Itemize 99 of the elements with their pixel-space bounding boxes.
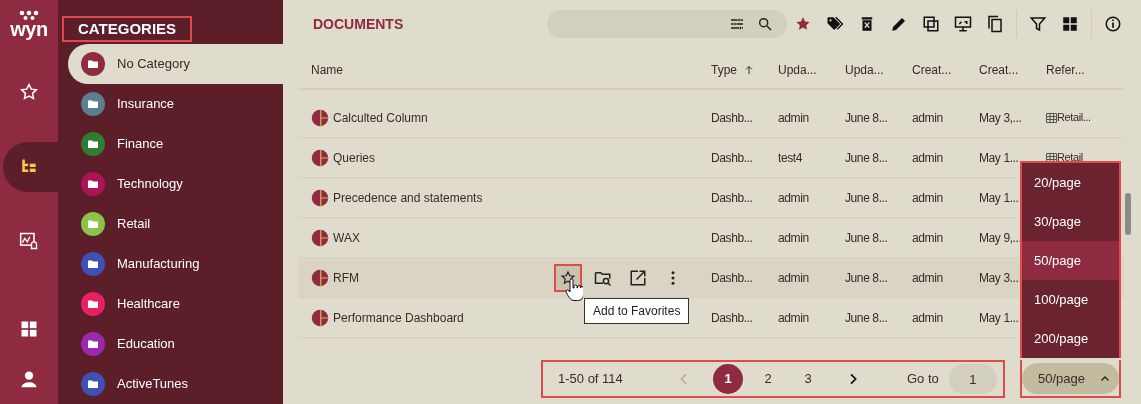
page-size-option[interactable]: 100/page — [1022, 280, 1119, 319]
star-icon — [19, 82, 39, 102]
table-cell-text: admin — [912, 309, 943, 327]
table-cell-text: June 8... — [845, 269, 888, 287]
category-item[interactable]: Finance — [68, 124, 283, 164]
table-cell-text: Retail... — [1057, 110, 1091, 126]
page-size-option[interactable]: 20/page — [1022, 163, 1119, 202]
column-header[interactable]: Creat... — [912, 61, 952, 79]
table-cell-text: May 3... — [979, 269, 1019, 287]
dashboard-icon — [311, 268, 329, 287]
tooltip: Add to Favorites — [584, 298, 690, 324]
page-button[interactable]: 2 — [753, 364, 783, 394]
sliders-icon[interactable] — [729, 16, 745, 32]
monitor-icon[interactable] — [954, 15, 972, 33]
filter-icon[interactable] — [1029, 15, 1047, 33]
dashboard-icon — [311, 188, 329, 207]
table-cell-text: admin — [778, 309, 809, 327]
table-cell-text: admin — [778, 269, 809, 287]
column-header[interactable]: Upda... — [845, 61, 884, 79]
page-button[interactable]: 1 — [713, 364, 743, 394]
info-icon[interactable] — [1104, 15, 1122, 33]
copy-icon[interactable] — [986, 15, 1004, 33]
column-header[interactable]: Upda... — [778, 61, 817, 79]
scrollbar[interactable] — [1125, 193, 1131, 235]
goto-field[interactable]: 1 — [948, 364, 997, 394]
category-item[interactable]: No Category — [68, 44, 283, 84]
goto-label: Go to — [907, 370, 939, 389]
table-cell-text: June 8... — [845, 149, 888, 167]
table-cell-text: Dashb... — [711, 109, 753, 127]
table-cell-text: admin — [912, 269, 943, 287]
category-item[interactable]: Education — [68, 324, 283, 364]
table-cell-text: May 9,... — [979, 229, 1022, 247]
table-cell-text: admin — [912, 189, 943, 207]
document-name[interactable]: Queries — [333, 148, 376, 167]
pencil-icon[interactable] — [890, 15, 908, 33]
column-header[interactable]: Refer... — [1046, 61, 1085, 79]
table-cell-text: June 8... — [845, 189, 888, 207]
table-cell-text: May 1... — [979, 309, 1019, 327]
page-button[interactable]: 3 — [793, 364, 823, 394]
table-cell-text: June 8... — [845, 109, 888, 127]
hand-cursor-icon — [565, 279, 583, 301]
category-item[interactable]: Insurance — [68, 84, 283, 124]
column-header[interactable]: Name — [311, 61, 343, 79]
page-size-option[interactable]: 200/page — [1022, 319, 1119, 358]
search-field[interactable] — [547, 10, 787, 38]
document-name[interactable]: RFM — [333, 268, 359, 287]
open-external-icon[interactable] — [629, 268, 647, 287]
dashboard-icon — [311, 228, 329, 247]
category-item[interactable]: Healthcare — [68, 284, 283, 324]
table-cell-text: test4 — [778, 149, 803, 167]
user-icon — [19, 369, 39, 389]
column-header[interactable]: Creat... — [979, 61, 1019, 79]
table-cell-text: May 1... — [979, 189, 1019, 207]
document-name[interactable]: Precedence and statements — [333, 188, 483, 207]
page-size-option[interactable]: 30/page — [1022, 202, 1119, 241]
dashboard-icon — [311, 108, 329, 127]
category-item[interactable]: Manufacturing — [68, 244, 283, 284]
table-cell-text: May 3,... — [979, 109, 1022, 127]
page-title: DOCUMENTS — [313, 14, 405, 34]
table-cell-text: Retail — [1057, 150, 1083, 166]
star-icon — [560, 269, 576, 286]
dashboard-icon — [311, 308, 329, 327]
grid-icon[interactable] — [1061, 15, 1079, 33]
document-name[interactable]: Calculted Column — [333, 108, 428, 127]
grid-icon — [19, 319, 39, 339]
document-name[interactable]: WAX — [333, 228, 360, 247]
table-cell-text: May 1... — [979, 149, 1019, 167]
page-size-option[interactable]: 50/page — [1022, 241, 1119, 280]
table-cell-text: Dashb... — [711, 269, 753, 287]
pagination-summary: 1-50 of 114 — [558, 370, 624, 389]
dashboard-icon — [311, 148, 329, 167]
category-item[interactable]: Technology — [68, 164, 283, 204]
table-cell-text: Dashb... — [711, 189, 753, 207]
table-cell-text: Dashb... — [711, 229, 753, 247]
chart-bell-icon — [19, 231, 39, 251]
table-icon — [1046, 152, 1057, 163]
tag-icon[interactable] — [826, 15, 844, 33]
table-cell-text: admin — [778, 109, 809, 127]
table-cell-text: admin — [912, 149, 943, 167]
page-size-select[interactable]: 50/page — [1022, 363, 1119, 394]
document-name[interactable]: Performance Dashboard — [333, 308, 464, 327]
table-cell-text: admin — [912, 109, 943, 127]
table-cell-text: June 8... — [845, 229, 888, 247]
logo: wyn — [0, 0, 58, 67]
table-cell-text: admin — [778, 189, 809, 207]
table-icon — [1046, 112, 1057, 123]
table-cell-text: Dashb... — [711, 149, 753, 167]
copy-in-icon[interactable] — [922, 15, 940, 33]
table-cell-text: June 8... — [845, 309, 888, 327]
rail-button[interactable] — [3, 142, 58, 192]
category-item[interactable]: Retail — [68, 204, 283, 244]
sort-arrow-icon[interactable] — [743, 64, 755, 76]
table-cell-text: admin — [778, 229, 809, 247]
table-cell-text: Dashb... — [711, 309, 753, 327]
search-icon[interactable] — [757, 16, 773, 32]
column-header[interactable]: Type — [711, 61, 737, 79]
table-cell-text: admin — [912, 229, 943, 247]
category-item[interactable]: ActiveTunes — [68, 364, 283, 404]
section-title: CATEGORIES — [62, 16, 193, 42]
